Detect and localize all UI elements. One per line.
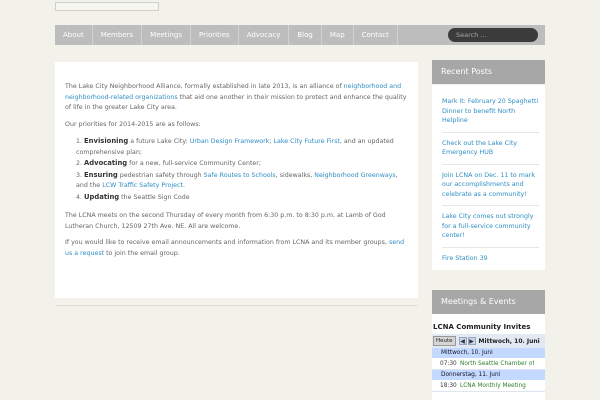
email-text-end: to join the email group. bbox=[104, 249, 180, 257]
divider bbox=[55, 305, 418, 306]
nav-about[interactable]: About bbox=[55, 25, 93, 45]
nav-priorities[interactable]: Priorities bbox=[191, 25, 239, 45]
nav-meetings[interactable]: Meetings bbox=[142, 25, 192, 45]
priority-text: for a new, full-service Community Center… bbox=[127, 160, 261, 167]
date-range: Mittwoch, 10. Juni bbox=[478, 337, 540, 345]
priority-text: a future Lake City: bbox=[128, 138, 190, 145]
priority-keyword: Advocating bbox=[84, 159, 128, 167]
prev-arrow-icon[interactable]: ◀ bbox=[458, 337, 467, 345]
list-number: 2. bbox=[76, 160, 83, 167]
priority-item: 3. Ensuring pedestrian safety through Sa… bbox=[76, 170, 408, 192]
safe-routes-link[interactable]: Safe Routes to Schools bbox=[204, 172, 276, 179]
greenways-link[interactable]: Neighborhood Greenways bbox=[314, 172, 395, 179]
priorities-lead: Our priorities for 2014-2015 are as foll… bbox=[65, 120, 201, 128]
recent-posts-title: Recent Posts bbox=[432, 60, 545, 84]
next-arrow-icon[interactable]: ▶ bbox=[467, 337, 476, 345]
calendar-toolbar: Heute ◀ ▶ Mittwoch, 10. Juni bbox=[432, 334, 545, 348]
post-link[interactable]: Fire Station 39 bbox=[442, 254, 539, 270]
nav-advocacy[interactable]: Advocacy bbox=[239, 25, 290, 45]
event-time: 07:30 bbox=[440, 361, 457, 367]
calendar-title: LCNA Community Invites bbox=[433, 323, 531, 331]
nav-contact[interactable]: Contact bbox=[354, 25, 398, 45]
event-title[interactable]: North Seattle Chamber of bbox=[460, 358, 534, 369]
top-input-box[interactable] bbox=[55, 2, 159, 11]
priority-text: pedestrian safety through bbox=[117, 171, 204, 179]
priority-item: 4. Updating the Seattle Sign Code bbox=[76, 192, 408, 204]
list-number: 3. bbox=[76, 171, 83, 179]
intro-paragraph: The Lake City Neighborhood Alliance, for… bbox=[65, 82, 408, 114]
list-number: 4. bbox=[76, 193, 83, 201]
traffic-safety-link[interactable]: LCW Traffic Safety Project bbox=[102, 182, 183, 189]
future-first-link[interactable]: Lake City Future First bbox=[274, 138, 340, 145]
email-text: If you would like to receive email annou… bbox=[65, 239, 389, 246]
urban-design-link[interactable]: Urban Design Framework bbox=[190, 138, 270, 145]
day-header: Mittwoch, 10. Juni bbox=[432, 348, 545, 358]
event-title[interactable]: LCNA Monthly Meeting bbox=[460, 380, 526, 391]
email-paragraph: If you would like to receive email annou… bbox=[65, 238, 408, 259]
main-content: The Lake City Neighborhood Alliance, for… bbox=[55, 62, 418, 298]
priority-text: , sidewalks, bbox=[275, 171, 315, 179]
event-row: 18:30 LCNA Monthly Meeting bbox=[432, 380, 545, 392]
post-link[interactable]: Mark it: February 20 Spaghetti Dinner to… bbox=[442, 97, 539, 133]
priority-keyword: Envisioning bbox=[84, 137, 129, 145]
nav-members[interactable]: Members bbox=[93, 25, 143, 45]
priority-item: 2. Advocating for a new, full-service Co… bbox=[76, 158, 408, 170]
priority-item: 1. Envisioning a future Lake City: Urban… bbox=[76, 136, 408, 158]
priority-text: . bbox=[182, 182, 185, 189]
today-button[interactable]: Heute bbox=[433, 336, 456, 346]
post-link[interactable]: Join LCNA on Dec. 11 to mark our accompl… bbox=[442, 171, 539, 206]
events-calendar: LCNA Community Invites Heute ◀ ▶ Mittwoc… bbox=[432, 314, 545, 400]
priority-text: the Seattle Sign Code bbox=[119, 193, 190, 201]
intro-text: The Lake City Neighborhood Alliance, for… bbox=[65, 83, 344, 90]
post-link[interactable]: Check out the Lake City Emergency HUB bbox=[442, 139, 539, 165]
nav-blog[interactable]: Blog bbox=[289, 25, 322, 45]
recent-posts-list: Mark it: February 20 Spaghetti Dinner to… bbox=[432, 85, 545, 270]
meeting-info: The LCNA meets on the second Thursday of… bbox=[65, 212, 386, 230]
search-input[interactable] bbox=[448, 28, 538, 42]
nav-map[interactable]: Map bbox=[322, 25, 354, 45]
post-link[interactable]: Lake City comes out strongly for a full-… bbox=[442, 212, 539, 248]
day-header: Donnerstag, 11. Juni bbox=[432, 370, 545, 380]
priority-keyword: Updating bbox=[84, 192, 120, 201]
main-nav: About Members Meetings Priorities Advoca… bbox=[55, 25, 545, 45]
event-time: 18:30 bbox=[440, 383, 457, 389]
priorities-list: 1. Envisioning a future Lake City: Urban… bbox=[76, 136, 408, 203]
priority-keyword: Ensuring bbox=[84, 170, 118, 179]
list-number: 1. bbox=[76, 138, 83, 145]
events-title: Meetings & Events bbox=[432, 290, 545, 314]
event-row: 07:30 North Seattle Chamber of bbox=[432, 358, 545, 370]
